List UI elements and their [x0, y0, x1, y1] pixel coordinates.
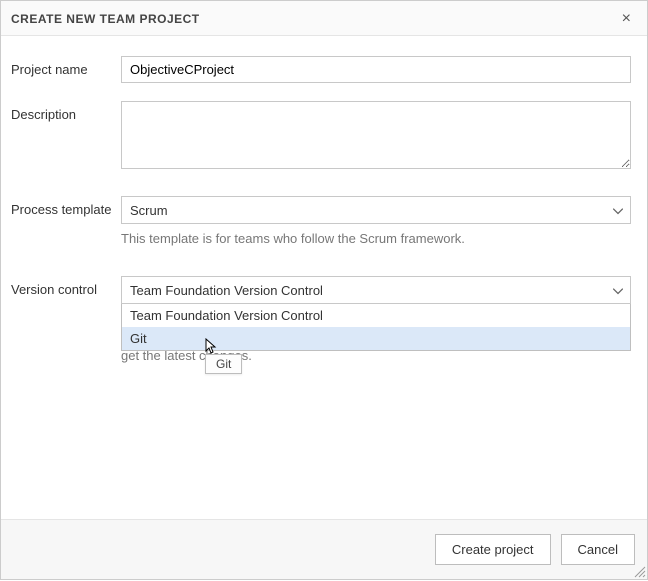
process-template-selected-text: Scrum — [130, 203, 168, 218]
field-process-template: Scrum This template is for teams who fol… — [121, 196, 637, 248]
dialog-header: CREATE NEW TEAM PROJECT × — [1, 1, 647, 36]
version-control-dropdown: Team Foundation Version Control Git — [121, 304, 631, 351]
process-template-selected: Scrum — [121, 196, 631, 224]
field-project-name — [121, 56, 637, 83]
close-icon: × — [622, 10, 631, 27]
description-input[interactable] — [121, 101, 631, 169]
process-template-help: This template is for teams who follow th… — [121, 230, 631, 248]
field-version-control: Team Foundation Version Control Team Fou… — [121, 276, 637, 363]
version-control-selected-text: Team Foundation Version Control — [130, 283, 323, 298]
version-control-selected: Team Foundation Version Control — [121, 276, 631, 304]
dialog-title: CREATE NEW TEAM PROJECT — [11, 12, 200, 26]
label-version-control: Version control — [11, 276, 121, 297]
dialog-body: Project name Description Process templat… — [1, 36, 647, 519]
create-project-button[interactable]: Create project — [435, 534, 551, 565]
close-button[interactable]: × — [618, 11, 635, 27]
row-project-name: Project name — [11, 56, 637, 83]
row-version-control: Version control Team Foundation Version … — [11, 276, 637, 363]
label-description: Description — [11, 101, 121, 122]
process-template-select[interactable]: Scrum — [121, 196, 631, 224]
cancel-button[interactable]: Cancel — [561, 534, 635, 565]
version-control-option-tfvc[interactable]: Team Foundation Version Control — [122, 304, 630, 327]
version-control-option-git[interactable]: Git — [122, 327, 630, 350]
tooltip-text: Git — [216, 357, 231, 371]
dialog-footer: Create project Cancel — [1, 519, 647, 579]
project-name-input[interactable] — [121, 56, 631, 83]
label-project-name: Project name — [11, 56, 121, 77]
label-process-template: Process template — [11, 196, 121, 217]
row-process-template: Process template Scrum This template is … — [11, 196, 637, 248]
row-description: Description — [11, 101, 637, 172]
field-description — [121, 101, 637, 172]
create-team-project-dialog: CREATE NEW TEAM PROJECT × Project name D… — [0, 0, 648, 580]
version-control-select[interactable]: Team Foundation Version Control Team Fou… — [121, 276, 631, 304]
hover-tooltip: Git — [205, 354, 242, 374]
